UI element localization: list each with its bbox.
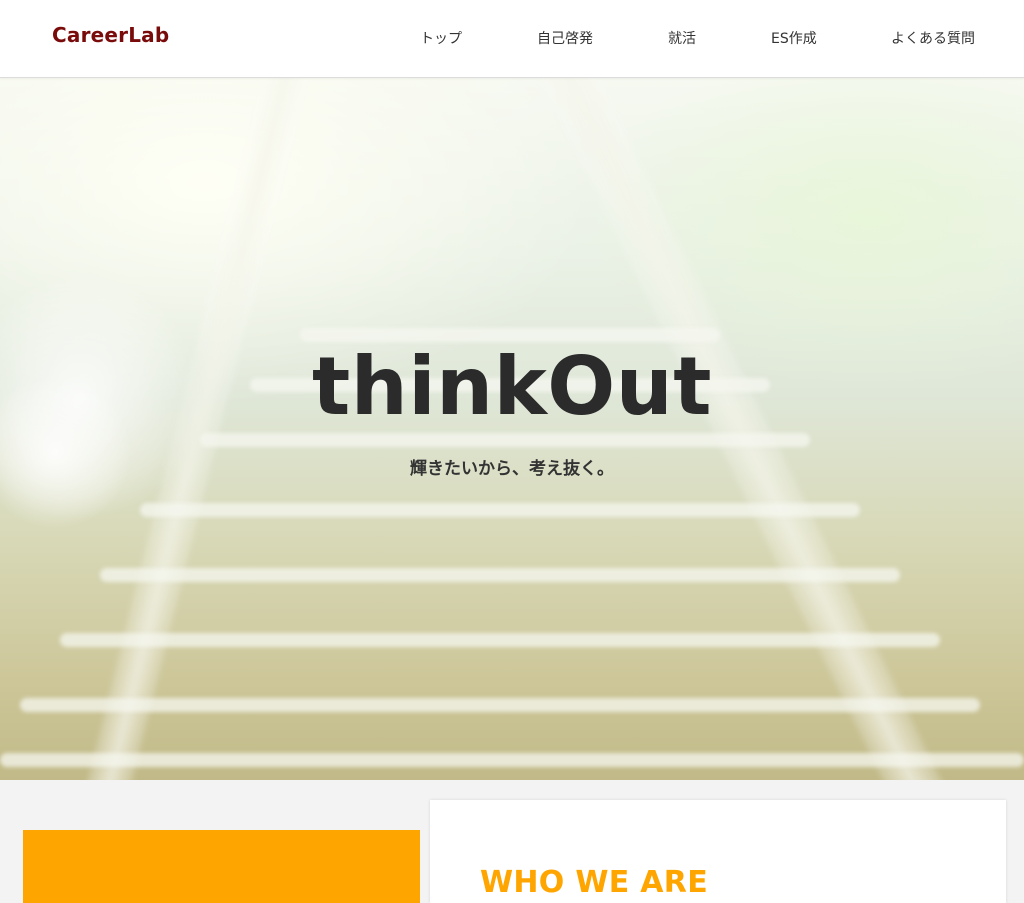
about-heading: WHO WE ARE xyxy=(480,865,708,900)
about-card: WHO WE ARE xyxy=(430,800,1006,903)
nav-item-top[interactable]: トップ xyxy=(420,28,462,48)
nav-item-self-development[interactable]: 自己啓発 xyxy=(537,28,593,48)
nav-item-faq[interactable]: よくある質問 xyxy=(891,28,975,48)
site-header: CareerLab トップ 自己啓発 就活 ES作成 よくある質問 xyxy=(0,0,1024,78)
hero-subtitle: 輝きたいから、考え抜く。 xyxy=(410,459,614,479)
site-logo[interactable]: CareerLab xyxy=(52,23,169,47)
hero-section: thinkOut 輝きたいから、考え抜く。 xyxy=(0,78,1024,780)
hero-title: thinkOut xyxy=(312,340,712,433)
about-image-placeholder xyxy=(23,830,420,903)
nav-item-es-writing[interactable]: ES作成 xyxy=(771,28,817,48)
nav-item-job-hunting[interactable]: 就活 xyxy=(668,28,696,48)
